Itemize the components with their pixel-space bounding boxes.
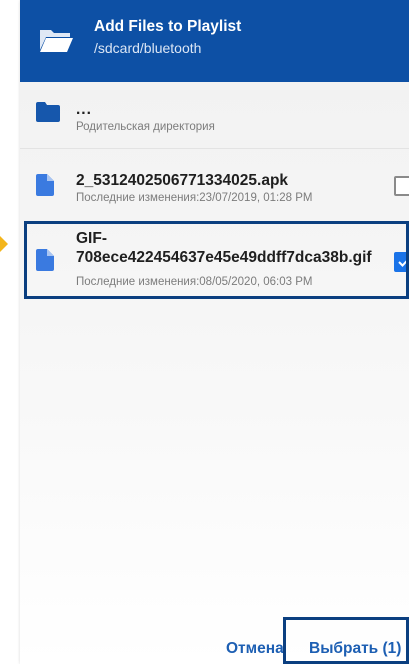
highlight-arrow-marker [0,236,8,252]
file-list-item-selected[interactable]: GIF-708ece422454637e45e49ddff7dca38b.gif… [20,225,409,297]
current-path: /sdcard/bluetooth [94,40,202,56]
dialog-title: Add Files to Playlist [94,18,242,35]
dialog-header: Add Files to Playlist /sdcard/bluetooth [20,0,409,82]
parent-directory-label: Родительская директория [76,121,215,133]
parent-directory-name: ... [76,101,92,118]
checkmark-icon [398,257,409,267]
divider [20,148,409,149]
select-button[interactable]: Выбрать (1) [309,640,401,658]
file-name: 2_5312402506771334025.apk [76,172,289,189]
file-modified-date: Последние изменения:23/07/2019, 01:28 PM [76,192,313,204]
file-checkbox-checked[interactable] [394,252,409,272]
file-icon [36,249,54,276]
folder-icon [36,102,60,127]
file-name: GIF-708ece422454637e45e49ddff7dca38b.gif [76,230,372,266]
parent-directory-item[interactable]: ... Родительская директория [20,92,409,144]
folder-open-icon [38,26,74,61]
file-modified-date: Последние изменения:08/05/2020, 06:03 PM [76,276,313,288]
file-list-item[interactable]: 2_5312402506771334025.apk Последние изме… [20,160,409,216]
file-checkbox-unchecked[interactable] [394,176,409,196]
file-picker-dialog: Add Files to Playlist /sdcard/bluetooth … [20,0,409,664]
file-icon [36,174,54,201]
cancel-button[interactable]: Отмена [226,640,284,658]
